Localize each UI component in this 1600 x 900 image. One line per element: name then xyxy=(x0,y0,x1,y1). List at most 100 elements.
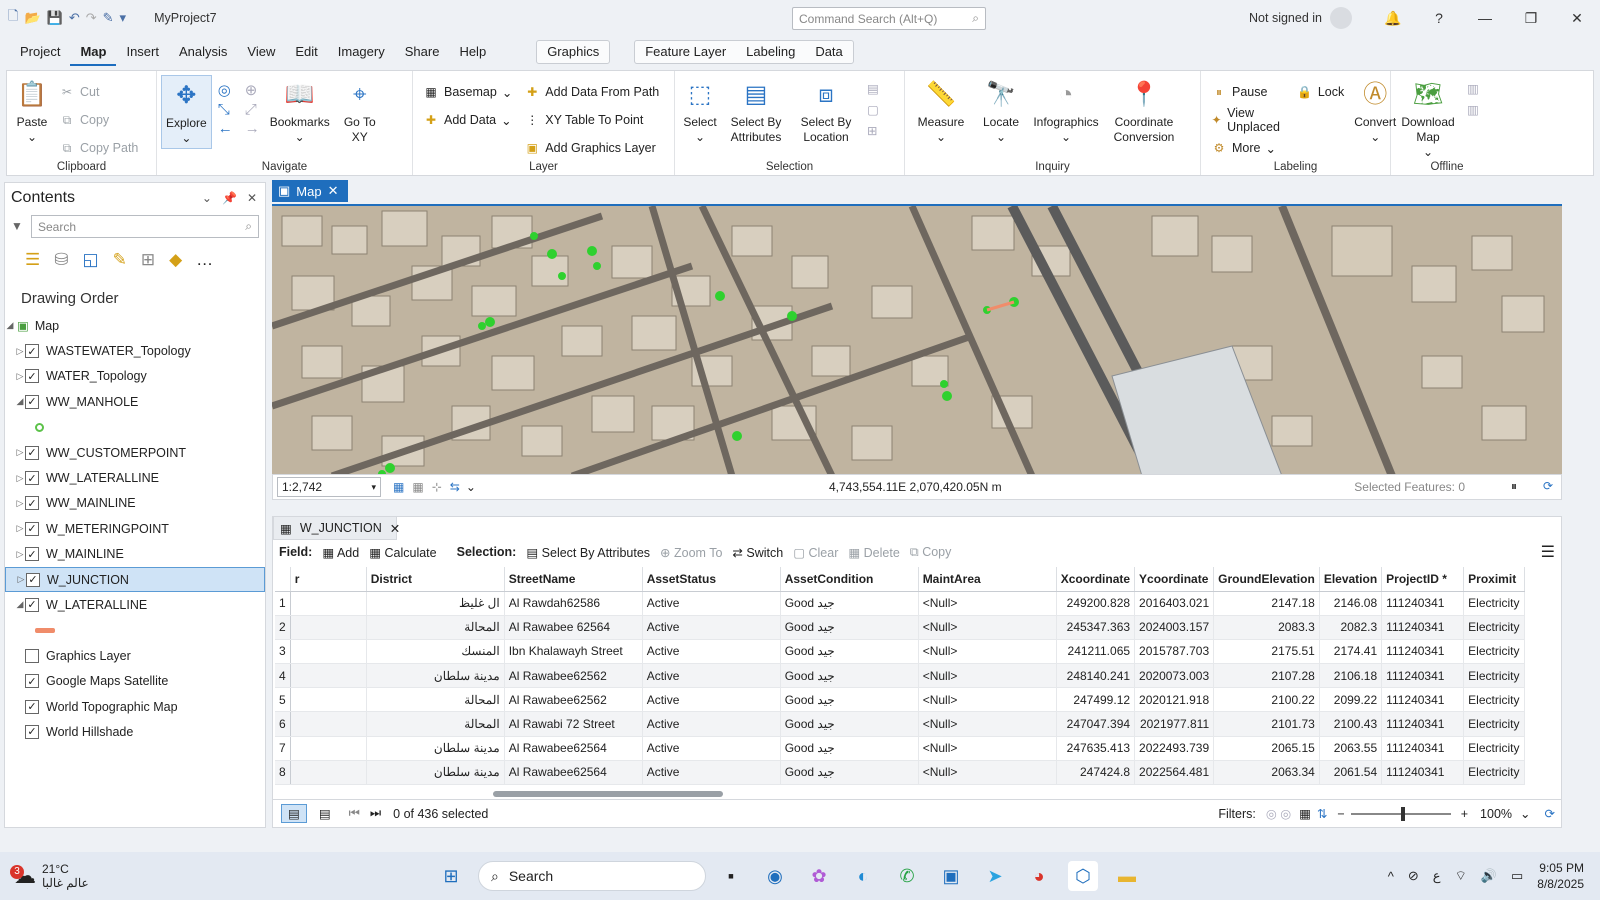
table-cell[interactable]: مدينة سلطان xyxy=(366,736,505,761)
table-cell[interactable] xyxy=(290,591,367,616)
tab-feature-layer[interactable]: Feature Layer xyxy=(635,41,736,63)
visibility-checkbox[interactable]: ✓ xyxy=(25,597,39,612)
table-row[interactable]: 7 مدينة سلطان Al Rawabee62564 Active Good جي… xyxy=(275,736,1525,761)
table-cell[interactable]: 2016403.021 xyxy=(1134,591,1215,616)
layer-item-ww-mainline[interactable]: ▷ ✓ WW_MAINLINE xyxy=(5,491,265,516)
table-cell[interactable]: Active xyxy=(642,591,781,616)
expand-icon[interactable]: ▷ xyxy=(15,447,25,458)
table-cell[interactable]: 2063.55 xyxy=(1319,736,1383,761)
column-header[interactable]: r xyxy=(290,567,367,592)
layer-item-ww-manhole[interactable]: ◢ ✓ WW_MANHOLE xyxy=(5,389,265,414)
table-cell[interactable]: 2061.54 xyxy=(1319,760,1383,786)
sign-in-status[interactable]: Not signed in xyxy=(1249,11,1322,25)
visibility-checkbox[interactable]: ✓ xyxy=(25,344,39,359)
table-cell[interactable]: Al Rawdah62586 xyxy=(504,591,643,616)
table-cell[interactable]: 2107.28 xyxy=(1213,663,1320,689)
table-cell[interactable]: Active xyxy=(642,639,781,665)
expand-icon[interactable]: ▷ xyxy=(15,498,25,509)
row-number[interactable]: 3 xyxy=(275,639,291,665)
table-cell[interactable]: 2100.22 xyxy=(1213,687,1320,713)
layer-item-water-topology[interactable]: ▷ ✓ WATER_Topology xyxy=(5,364,265,389)
column-header[interactable]: District xyxy=(366,567,505,592)
table-cell[interactable]: 248140.241 xyxy=(1056,663,1136,689)
table-cell[interactable]: Good جيد xyxy=(780,736,919,761)
table-cell[interactable]: Good جيد xyxy=(780,663,919,689)
table-cell[interactable]: 2021977.811 xyxy=(1134,711,1215,737)
select-by-attributes-table-button[interactable]: ▤ Select By Attributes xyxy=(526,545,650,560)
add-data-button[interactable]: ✚ Add Data ⌄ xyxy=(423,109,512,131)
start-icon[interactable]: ⊞ xyxy=(436,861,466,891)
visibility-checkbox[interactable]: ✓ xyxy=(25,369,39,384)
next-extent-icon[interactable]: → xyxy=(245,120,260,137)
table-cell[interactable]: Electricity xyxy=(1463,711,1525,737)
table-cell[interactable]: 2022564.481 xyxy=(1134,760,1215,786)
snapping-view-icon[interactable]: ⊞ xyxy=(141,250,155,278)
contents-search-input[interactable]: Search ⌕ xyxy=(31,215,259,238)
tab-project[interactable]: Project xyxy=(10,38,70,66)
row-number[interactable]: 4 xyxy=(275,663,291,689)
chevron-down-icon[interactable]: ⌄ xyxy=(1520,806,1530,821)
locate-button[interactable]: 🔭 Locate ⌄ xyxy=(973,75,1029,147)
table-row[interactable]: 6 المحالة Al Rawabi 72 Street Active Good جي… xyxy=(275,711,1525,737)
table-cell[interactable]: Al Rawabee 62564 xyxy=(504,615,643,640)
tab-imagery[interactable]: Imagery xyxy=(328,38,395,66)
select-button[interactable]: ⬚ Select ⌄ xyxy=(679,75,721,147)
explore-button[interactable]: ✥ Explore ⌄ xyxy=(161,75,212,149)
table-cell[interactable]: 111240341 xyxy=(1381,760,1465,786)
expand-icon[interactable]: ▷ xyxy=(15,549,25,560)
tab-insert[interactable]: Insert xyxy=(116,38,169,66)
table-cell[interactable]: Al Rawabee62562 xyxy=(504,687,643,713)
table-cell[interactable]: Good جيد xyxy=(780,615,919,640)
table-cell[interactable]: <Null> xyxy=(918,711,1057,737)
table-cell[interactable]: 247635.413 xyxy=(1056,736,1136,761)
visibility-checkbox[interactable]: ✓ xyxy=(25,547,39,562)
sort-icon[interactable]: ⇅ xyxy=(1317,806,1327,821)
no-network-icon[interactable]: ⊘ xyxy=(1408,868,1419,884)
cut-button[interactable]: ✂ Cut xyxy=(59,81,138,103)
table-cell[interactable]: <Null> xyxy=(918,639,1057,665)
tab-help[interactable]: Help xyxy=(449,38,496,66)
table-cell[interactable]: 247424.8 xyxy=(1056,760,1136,786)
edge-icon[interactable]: ◐ xyxy=(848,861,878,891)
layer-item-w-lateralline[interactable]: ◢ ✓ W_LATERALLINE xyxy=(5,592,265,617)
table-cell[interactable]: Electricity xyxy=(1463,639,1525,665)
column-header[interactable]: Xcoordinate xyxy=(1056,567,1136,592)
zoom-slider-thumb[interactable] xyxy=(1400,806,1405,821)
column-header[interactable]: MaintArea xyxy=(918,567,1057,592)
switch-selection-button[interactable]: ⇄ Switch xyxy=(732,545,783,560)
tab-w-junction[interactable]: ▦ W_JUNCTION ✕ xyxy=(273,516,400,540)
tab-graphics[interactable]: Graphics xyxy=(537,41,609,63)
pane-menu-icon[interactable]: ⌄ xyxy=(202,191,212,205)
table-cell[interactable]: Electricity xyxy=(1463,615,1525,640)
table-cell[interactable]: 2147.18 xyxy=(1213,591,1320,616)
copy-path-button[interactable]: ⧉ Copy Path xyxy=(59,137,139,159)
attributes-icon[interactable]: ▤ xyxy=(867,81,879,96)
tab-map-view[interactable]: ▣ Map ✕ xyxy=(272,180,348,202)
layer-item-ww-customerpoint[interactable]: ▷ ✓ WW_CUSTOMERPOINT xyxy=(5,440,265,465)
file-explorer-icon[interactable]: ▪ xyxy=(716,861,746,891)
column-header[interactable]: AssetStatus xyxy=(642,567,781,592)
table-cell[interactable]: Good جيد xyxy=(780,711,919,737)
add-field-button[interactable]: ▦ Add xyxy=(322,545,359,560)
pause-button[interactable]: ⏸ Pause xyxy=(1211,81,1285,103)
wifi-icon[interactable]: ⌔ xyxy=(1455,868,1467,884)
pin-icon[interactable]: 📌 xyxy=(222,191,237,205)
table-cell[interactable]: Active xyxy=(642,663,781,689)
avatar[interactable] xyxy=(1330,7,1352,29)
view-unplaced-button[interactable]: ✦ View Unplaced xyxy=(1211,106,1285,134)
customize-icon[interactable]: ▾ xyxy=(120,10,127,26)
visibility-checkbox[interactable]: ✓ xyxy=(25,699,39,714)
table-row[interactable]: 1 ال غليظ Al Rawdah62586 Active Good جيد <Nul… xyxy=(275,591,1525,616)
table-cell[interactable]: <Null> xyxy=(918,663,1057,689)
row-number[interactable]: 2 xyxy=(275,615,291,640)
xy-table-button[interactable]: ⋮ XY Table To Point xyxy=(524,109,659,131)
grid-icon[interactable]: ▦ xyxy=(412,480,423,494)
table-cell[interactable] xyxy=(290,687,367,713)
navigation-icon[interactable]: ⇆ xyxy=(450,480,460,494)
table-cell[interactable]: Electricity xyxy=(1463,736,1525,761)
refresh-icon[interactable]: ⟳ xyxy=(1543,479,1553,493)
table-cell[interactable]: 2100.43 xyxy=(1319,711,1383,737)
visibility-checkbox[interactable]: ✓ xyxy=(25,394,39,409)
table-cell[interactable]: Ibn Khalawayh Street xyxy=(504,639,643,665)
expand-icon[interactable]: ▷ xyxy=(15,523,25,534)
